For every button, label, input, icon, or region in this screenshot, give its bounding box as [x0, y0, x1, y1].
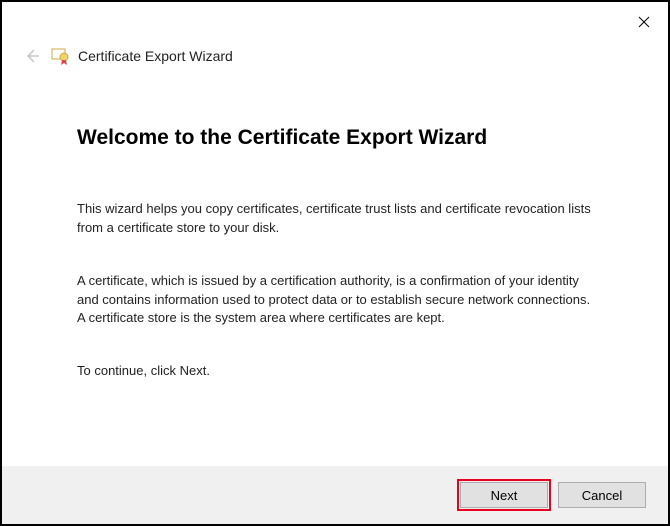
intro-text: This wizard helps you copy certificates,…: [77, 200, 593, 238]
certificate-icon: [50, 46, 70, 66]
footer-bar: Next Cancel: [2, 466, 668, 524]
header-row: Certificate Export Wizard: [2, 42, 668, 66]
close-button[interactable]: [632, 10, 656, 34]
page-heading: Welcome to the Certificate Export Wizard: [77, 126, 593, 150]
cancel-button[interactable]: Cancel: [558, 482, 646, 508]
wizard-title: Certificate Export Wizard: [78, 48, 233, 64]
next-button[interactable]: Next: [460, 482, 548, 508]
back-button: [22, 46, 42, 66]
close-icon: [638, 16, 650, 28]
content-area: Welcome to the Certificate Export Wizard…: [2, 66, 668, 381]
titlebar: [2, 2, 668, 42]
arrow-left-icon: [24, 48, 40, 64]
explain-text: A certificate, which is issued by a cert…: [77, 272, 593, 329]
continue-text: To continue, click Next.: [77, 362, 593, 381]
